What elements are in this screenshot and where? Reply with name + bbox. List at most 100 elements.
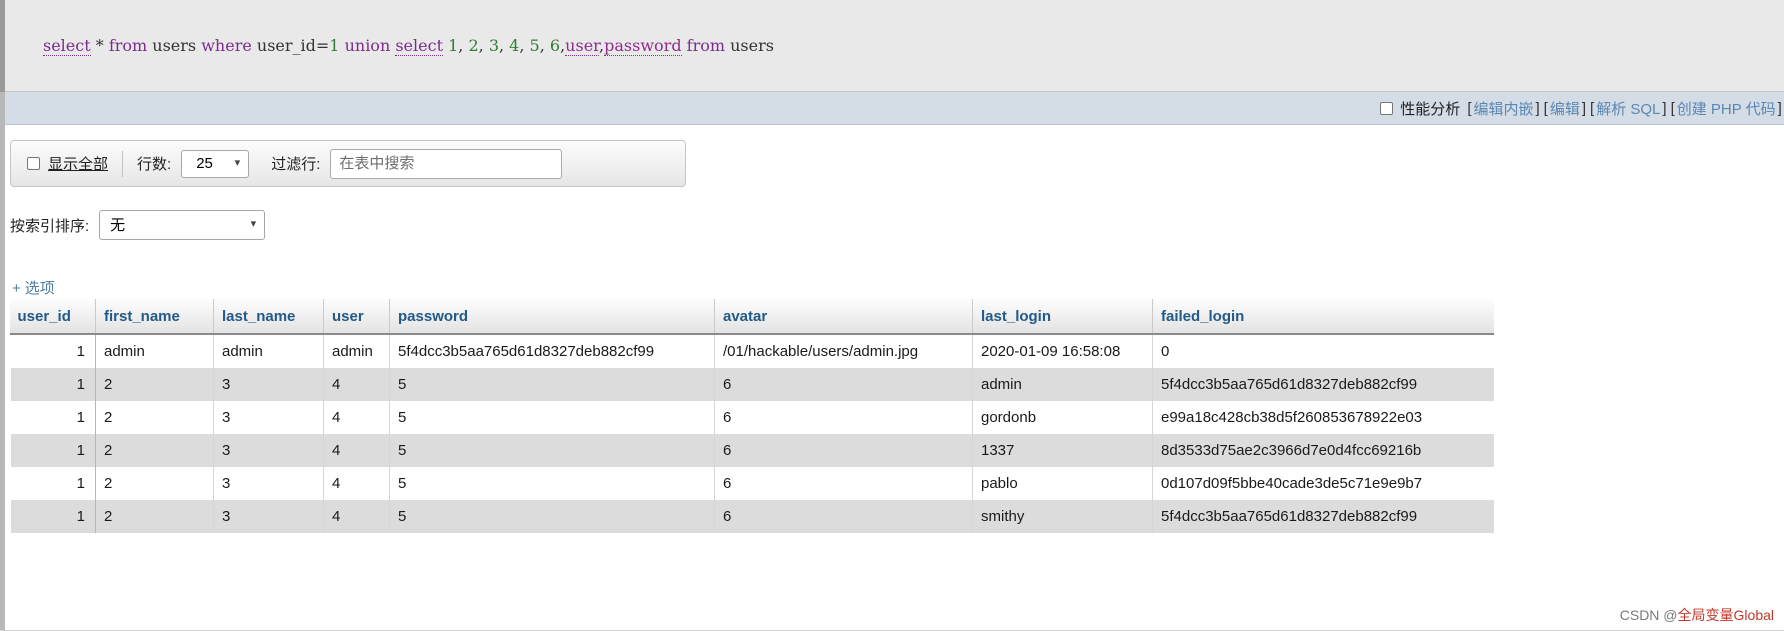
column-header-first_name[interactable]: first_name xyxy=(95,299,214,335)
cell-failed_login: 8d3533d75ae2c3966d7e0d4fcc69216b xyxy=(1152,434,1494,467)
sql-token-24: user xyxy=(565,36,600,56)
cell-first_name: 2 xyxy=(95,434,214,467)
sql-token-16: 3 xyxy=(488,36,499,55)
cell-avatar: /01/hackable/users/admin.jpg xyxy=(714,334,973,368)
sql-token-5: user_id= xyxy=(251,36,330,55)
table-body: 1 admin admin admin 5f4dcc3b5aa765d61d8327de… xyxy=(9,334,1494,533)
cell-password: 5 xyxy=(389,467,715,500)
results-table: user_id first_name last_name user password av… xyxy=(8,299,1494,533)
sql-token-26: password xyxy=(604,36,682,56)
sql-token-6: 1 xyxy=(329,36,340,55)
plus-icon: + xyxy=(12,280,21,297)
cell-avatar: 6 xyxy=(714,500,973,533)
column-header-last_name[interactable]: last_name xyxy=(213,299,324,335)
cell-user: 4 xyxy=(323,434,390,467)
cell-last_name: admin xyxy=(213,334,324,368)
bracket-close-0: ] xyxy=(1535,99,1540,117)
rows-per-page-select[interactable]: 2550100250500 xyxy=(181,149,250,178)
cell-avatar: 6 xyxy=(714,467,973,500)
link-edit-inline[interactable]: 编辑内嵌 xyxy=(1473,98,1533,119)
cell-last_login: gordonb xyxy=(972,401,1153,434)
sql-token-4: where xyxy=(201,36,252,55)
cell-user_id: 1 xyxy=(9,368,96,401)
table-row[interactable]: 1 2 3 4 5 6 admin 5f4dcc3b5aa765d61d8327deb882c… xyxy=(9,368,1494,401)
sql-token-3: users xyxy=(147,36,202,55)
cell-avatar: 6 xyxy=(714,401,973,434)
column-header-user[interactable]: user xyxy=(323,299,390,335)
column-header-user_id[interactable]: user_id xyxy=(9,299,96,335)
column-header-password[interactable]: password xyxy=(389,299,715,335)
link-edit[interactable]: 编辑 xyxy=(1550,98,1580,119)
bracket-open-3: [ xyxy=(1670,99,1675,117)
rows-label: 行数: xyxy=(137,156,172,173)
sql-token-18: 4 xyxy=(509,36,520,55)
show-all-label[interactable]: 显示全部 xyxy=(48,153,108,174)
column-header-last_login[interactable]: last_login xyxy=(972,299,1153,335)
bracket-close-1: ] xyxy=(1581,99,1587,117)
options-divider xyxy=(122,150,124,177)
cell-last_name: 3 xyxy=(213,368,324,401)
cell-password: 5 xyxy=(389,434,715,467)
cell-password: 5f4dcc3b5aa765d61d8327deb882cf99 xyxy=(389,334,715,368)
sql-token-22: 6 xyxy=(549,36,561,55)
toggle-options-link[interactable]: + 选项 xyxy=(12,277,55,298)
cell-first_name: 2 xyxy=(95,467,214,500)
cell-user_id: 1 xyxy=(9,401,96,434)
cell-last_login: smithy xyxy=(972,500,1153,533)
bracket-open-1: [ xyxy=(1543,99,1548,117)
cell-first_name: admin xyxy=(95,334,214,368)
table-header-row: user_id first_name last_name user password av… xyxy=(9,299,1494,335)
show-all-checkbox[interactable] xyxy=(27,157,40,170)
cell-user_id: 1 xyxy=(9,500,96,533)
cell-last_name: 3 xyxy=(213,467,324,500)
profiling-checkbox[interactable] xyxy=(1380,101,1394,115)
cell-failed_login: 5f4dcc3b5aa765d61d8327deb882cf99 xyxy=(1152,500,1494,533)
cell-first_name: 2 xyxy=(95,500,214,533)
table-row[interactable]: 1 2 3 4 5 6 pablo 0d107d09f5bbe40cade3de5c71e9e… xyxy=(9,467,1494,500)
table-row[interactable]: 1 admin admin admin 5f4dcc3b5aa765d61d8327de… xyxy=(9,334,1494,368)
sql-token-29: users xyxy=(725,36,774,55)
sort-by-index-label: 按索引排序: xyxy=(10,217,90,235)
sql-token-14: 2 xyxy=(468,36,479,55)
cell-first_name: 2 xyxy=(95,401,214,434)
cell-last_name: 3 xyxy=(213,434,324,467)
rows-select-wrapper: 2550100250500 ▾ xyxy=(181,149,250,178)
filter-rows-input[interactable] xyxy=(330,148,563,179)
sort-by-index-select[interactable]: 无 xyxy=(99,210,266,240)
sql-token-21: , xyxy=(539,36,550,55)
sql-token-13: , xyxy=(458,36,469,55)
cell-user: 4 xyxy=(323,500,390,533)
cell-user: admin xyxy=(323,334,390,368)
query-action-toolbar: 性能分析 [ 编辑内嵌 ] [ 编辑 ] [ 解析 SQL ] [ 创建 PHP… xyxy=(5,92,1784,125)
link-explain-sql[interactable]: 解析 SQL xyxy=(1596,98,1660,119)
cell-last_login: admin xyxy=(972,368,1153,401)
cell-first_name: 2 xyxy=(95,368,214,401)
column-header-failed_login[interactable]: failed_login xyxy=(1152,299,1494,335)
table-row[interactable]: 1 2 3 4 5 6 1337 8d3533d75ae2c3966d7e0d4fcc6921… xyxy=(9,434,1494,467)
cell-failed_login: 5f4dcc3b5aa765d61d8327deb882cf99 xyxy=(1152,368,1494,401)
sql-token-17: , xyxy=(499,36,510,55)
sql-token-19: , xyxy=(519,36,530,55)
sql-query-text[interactable]: select * from users where user_id=1 unio… xyxy=(43,36,774,56)
sql-token-2: from xyxy=(108,36,148,55)
table-row[interactable]: 1 2 3 4 5 6 smithy 5f4dcc3b5aa765d61d8327deb882… xyxy=(9,500,1494,533)
sql-query-bar: select * from users where user_id=1 unio… xyxy=(5,0,1784,92)
sql-token-15: , xyxy=(478,36,489,55)
table-row[interactable]: 1 2 3 4 5 6 gordonb e99a18c428cb38d5f2608536789… xyxy=(9,401,1494,434)
link-create-php-code[interactable]: 创建 PHP 代码 xyxy=(1677,98,1776,119)
watermark-author: 全局变量Global xyxy=(1677,607,1774,623)
column-header-avatar[interactable]: avatar xyxy=(714,299,973,335)
cell-failed_login: 0d107d09f5bbe40cade3de5c71e9e9b7 xyxy=(1152,467,1494,500)
cell-user: 4 xyxy=(323,401,390,434)
cell-avatar: 6 xyxy=(714,434,973,467)
cell-password: 5 xyxy=(389,368,715,401)
results-options-panel: 显示全部 行数: 2550100250500 ▾ 过滤行: xyxy=(10,140,686,187)
watermark-prefix: CSDN @ xyxy=(1619,607,1678,623)
cell-failed_login: 0 xyxy=(1152,334,1494,368)
cell-failed_login: e99a18c428cb38d5f260853678922e03 xyxy=(1152,401,1494,434)
watermark: CSDN @全局变量Global xyxy=(1620,605,1774,625)
cell-user: 4 xyxy=(323,467,390,500)
cell-user: 4 xyxy=(323,368,390,401)
sql-token-20: 5 xyxy=(529,36,540,55)
profiling-label: 性能分析 xyxy=(1400,100,1461,118)
